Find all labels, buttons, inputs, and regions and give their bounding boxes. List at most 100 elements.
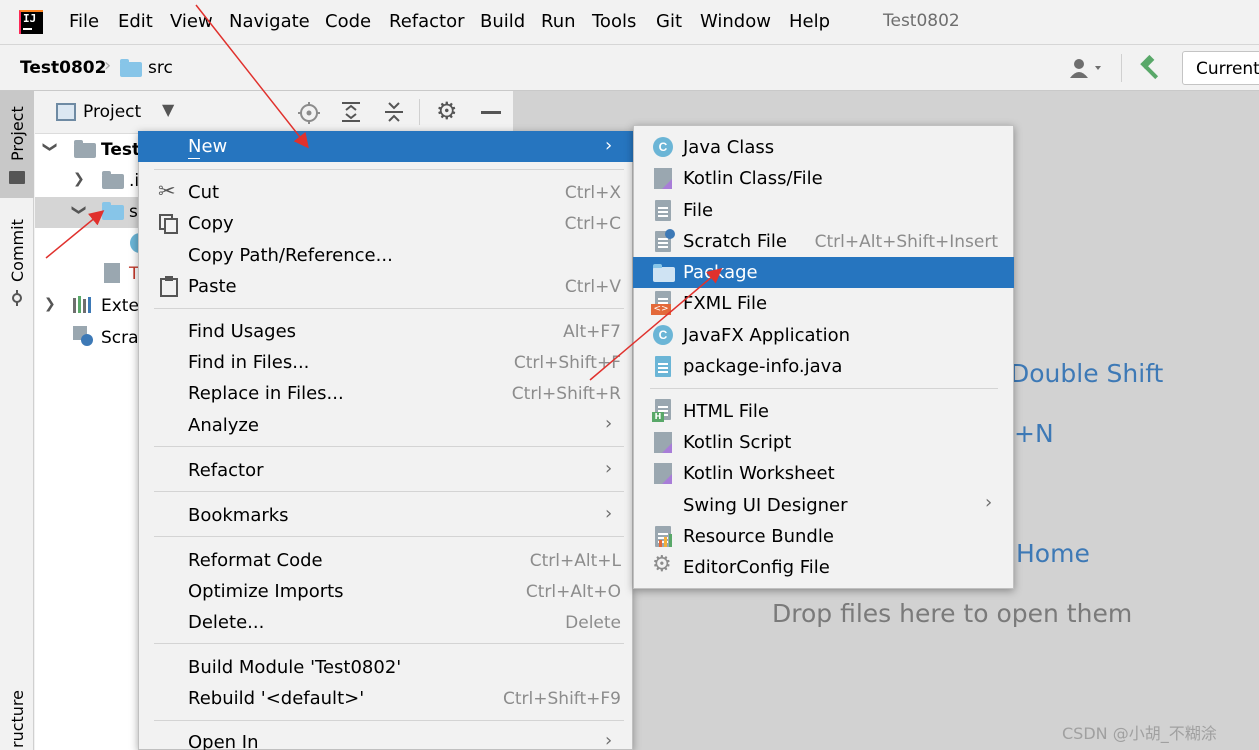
project-view-icon <box>56 103 76 121</box>
submenu-item-fxml-file[interactable]: <> FXML File <box>633 288 1014 319</box>
menu-file[interactable]: File <box>69 11 99 32</box>
menu-item-open-in-label: Open In <box>188 732 259 750</box>
tree-item-root[interactable]: Test <box>101 140 140 160</box>
expand-all-icon[interactable] <box>340 100 362 124</box>
locate-icon[interactable] <box>297 101 321 125</box>
submenu-item-package-info-label: package-info.java <box>683 356 843 377</box>
breadcrumb-project[interactable]: Test0802 <box>20 58 106 78</box>
menu-view[interactable]: View <box>170 11 213 32</box>
menu-git[interactable]: Git <box>656 11 682 32</box>
folder-icon <box>102 171 124 189</box>
menu-item-copy-path-label: Copy Path/Reference... <box>188 245 393 266</box>
submenu-item-kotlin-worksheet[interactable]: Kotlin Worksheet <box>633 458 1014 489</box>
fxml-badge-icon: <> <box>651 304 671 315</box>
submenu-item-fxml-file-label: FXML File <box>683 293 768 314</box>
tree-item-src[interactable]: s <box>129 202 138 222</box>
menu-tools[interactable]: Tools <box>592 11 636 32</box>
submenu-item-javafx-app[interactable]: C JavaFX Application <box>633 320 1014 351</box>
menu-separator <box>154 491 624 492</box>
menu-item-build-module-label: Build Module 'Test0802' <box>188 657 402 678</box>
java-file-icon <box>655 356 671 377</box>
submenu-arrow-icon: › <box>605 413 613 434</box>
submenu-arrow-icon: › <box>605 503 613 524</box>
user-account-icon[interactable] <box>1068 56 1104 80</box>
menu-item-paste[interactable]: Paste Ctrl+V <box>138 271 633 302</box>
menu-item-build-module[interactable]: Build Module 'Test0802' <box>138 652 633 683</box>
kotlin-script-icon <box>654 432 672 453</box>
hint-home: Home <box>1016 539 1090 568</box>
menu-item-rebuild-label: Rebuild '<default>' <box>188 688 365 709</box>
menu-item-open-in[interactable]: Open In › <box>138 727 633 750</box>
menu-run[interactable]: Run <box>541 11 576 32</box>
menu-build[interactable]: Build <box>480 11 525 32</box>
submenu-item-kotlin-class[interactable]: Kotlin Class/File <box>633 163 1014 194</box>
menu-code[interactable]: Code <box>325 11 371 32</box>
menu-item-find-in-files-label: Find in Files... <box>188 352 310 373</box>
menu-item-cut[interactable]: ✂ Cut Ctrl+X <box>138 177 633 208</box>
panel-toolbar-divider <box>419 99 420 125</box>
menu-item-replace-in-files[interactable]: Replace in Files... Ctrl+Shift+R <box>138 378 633 409</box>
submenu-arrow-icon: › <box>605 135 613 156</box>
kotlin-worksheet-icon <box>654 463 672 484</box>
folder-icon <box>120 59 142 77</box>
hide-panel-icon[interactable] <box>481 111 501 114</box>
watermark: CSDN @小胡_不糊涂 <box>1062 724 1217 743</box>
menu-window[interactable]: Window <box>700 11 771 32</box>
submenu-item-java-class-label: Java Class <box>683 137 775 158</box>
menu-separator <box>154 169 624 170</box>
menu-item-new-label: New <box>188 136 228 157</box>
submenu-item-package-info[interactable]: package-info.java <box>633 351 1014 382</box>
menu-item-new[interactable]: New › <box>138 131 633 162</box>
menu-item-refactor[interactable]: Refactor › <box>138 455 633 486</box>
intellij-logo-icon[interactable]: IJ <box>19 10 43 34</box>
collapse-all-icon[interactable] <box>383 100 405 124</box>
menu-separator <box>650 388 998 389</box>
submenu-item-package[interactable]: Package <box>633 257 1014 288</box>
shortcut-find-in-files: Ctrl+Shift+F <box>513 353 621 373</box>
submenu-item-editorconfig-file[interactable]: ⚙ EditorConfig File <box>633 552 1014 583</box>
tree-collapse-chevron-icon[interactable]: ❯ <box>44 296 56 312</box>
menu-refactor[interactable]: Refactor <box>389 11 465 32</box>
hint-search-everywhere: Double Shift <box>1010 359 1164 388</box>
menu-edit[interactable]: Edit <box>118 11 153 32</box>
submenu-item-file[interactable]: File <box>633 195 1014 226</box>
menu-item-copy-path[interactable]: Copy Path/Reference... <box>138 240 633 271</box>
menu-item-delete[interactable]: Delete... Delete <box>138 607 633 638</box>
menu-navigate[interactable]: Navigate <box>229 11 310 32</box>
submenu-item-java-class[interactable]: C Java Class <box>633 132 1014 163</box>
tool-tab-structure-label[interactable]: ructure <box>8 690 27 748</box>
tree-expand-chevron-icon[interactable]: ❯ <box>42 141 58 153</box>
menu-item-analyze[interactable]: Analyze › <box>138 410 633 441</box>
submenu-item-editorconfig-file-label: EditorConfig File <box>683 557 830 578</box>
tree-collapse-chevron-icon[interactable]: ❯ <box>73 171 85 187</box>
clock-badge-icon <box>665 229 675 239</box>
menu-item-find-usages[interactable]: Find Usages Alt+F7 <box>138 316 633 347</box>
view-dropdown-icon[interactable]: ▼ <box>162 100 174 119</box>
run-config-selector[interactable]: Current <box>1182 51 1259 85</box>
menu-item-rebuild[interactable]: Rebuild '<default>' Ctrl+Shift+F9 <box>138 683 633 714</box>
breadcrumb-src[interactable]: src <box>148 58 173 78</box>
menu-item-copy[interactable]: Copy Ctrl+C <box>138 208 633 239</box>
menu-item-find-in-files[interactable]: Find in Files... Ctrl+Shift+F <box>138 347 633 378</box>
menu-item-find-usages-label: Find Usages <box>188 321 297 342</box>
submenu-item-resource-bundle[interactable]: Resource Bundle <box>633 521 1014 552</box>
shortcut-cut: Ctrl+X <box>564 183 621 203</box>
menu-help[interactable]: Help <box>789 11 830 32</box>
submenu-arrow-icon: › <box>605 730 613 750</box>
tool-tab-commit[interactable]: Commit <box>0 210 34 310</box>
menu-item-reformat-code[interactable]: Reformat Code Ctrl+Alt+L <box>138 545 633 576</box>
tree-expand-chevron-icon[interactable]: ❯ <box>71 204 87 216</box>
tool-tab-project[interactable]: Project <box>0 91 34 198</box>
submenu-item-swing-ui-designer-label: Swing UI Designer <box>683 495 848 516</box>
submenu-item-swing-ui-designer[interactable]: Swing UI Designer › <box>633 490 1014 521</box>
shortcut-delete: Delete <box>565 613 621 633</box>
build-hammer-icon[interactable] <box>1138 54 1164 80</box>
javafx-app-icon: C <box>653 325 673 345</box>
submenu-item-kotlin-script[interactable]: Kotlin Script <box>633 427 1014 458</box>
menu-item-bookmarks[interactable]: Bookmarks › <box>138 500 633 531</box>
submenu-item-scratch-file[interactable]: Scratch File Ctrl+Alt+Shift+Insert <box>633 226 1014 257</box>
project-view-label[interactable]: Project <box>83 102 141 122</box>
menu-item-optimize-imports[interactable]: Optimize Imports Ctrl+Alt+O <box>138 576 633 607</box>
gear-icon[interactable]: ⚙ <box>436 97 458 125</box>
submenu-item-html-file[interactable]: H HTML File <box>633 396 1014 427</box>
